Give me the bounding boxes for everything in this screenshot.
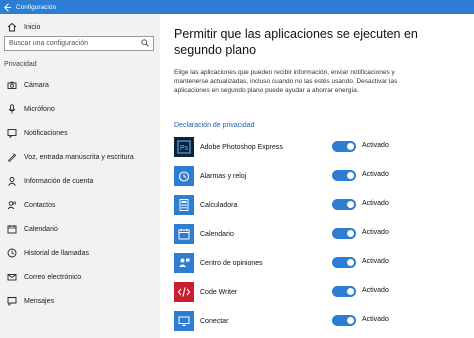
app-name: Adobe Photoshop Express — [200, 143, 283, 151]
messages-icon — [6, 295, 18, 307]
app-row-photoshop: Ps Adobe Photoshop Express Activado — [174, 136, 464, 158]
calendar-app-icon — [174, 224, 194, 244]
toggle-switch[interactable] — [332, 170, 356, 181]
toggle-knob — [347, 317, 354, 324]
toggle-knob — [347, 201, 354, 208]
toggle-state-label: Activado — [362, 316, 389, 323]
feedback-hub-icon — [174, 253, 194, 273]
window-title: Configuración — [16, 3, 57, 11]
sidebar-item-label: Correo electrónico — [24, 273, 82, 281]
app-name: Code Writer — [200, 288, 238, 296]
calendar-icon — [6, 223, 18, 235]
title-bar: Configuración — [0, 0, 474, 14]
sidebar-item-mensajes[interactable]: Mensajes — [6, 294, 54, 308]
sidebar: Inicio Buscar una configuración Privacid… — [0, 14, 160, 338]
alarm-clock-icon — [174, 166, 194, 186]
page-description: Elige las aplicaciones que pueden recibi… — [174, 69, 398, 94]
toggle-switch[interactable] — [332, 257, 356, 268]
toggle-state-label: Activado — [362, 287, 389, 294]
app-row-calculadora: Calculadora Activado — [174, 194, 464, 216]
app-row-code-writer: Code Writer Activado — [174, 281, 464, 303]
toggle-knob — [347, 288, 354, 295]
app-row-calendario: Calendario Activado — [174, 223, 464, 245]
sidebar-home[interactable]: Inicio — [6, 20, 40, 34]
toggle-switch[interactable] — [332, 315, 356, 326]
search-placeholder: Buscar una configuración — [9, 40, 88, 47]
app-row-centro-opiniones: Centro de opiniones Activado — [174, 252, 464, 274]
toggle-switch[interactable] — [332, 286, 356, 297]
toggle-switch[interactable] — [332, 228, 356, 239]
connect-icon — [174, 311, 194, 331]
app-row-conectar: Conectar Activado — [174, 310, 464, 332]
photoshop-icon: Ps — [174, 137, 194, 157]
toggle-state-label: Activado — [362, 258, 389, 265]
toggle-switch[interactable] — [332, 141, 356, 152]
call-history-icon — [6, 247, 18, 259]
svg-text:Ps: Ps — [180, 145, 189, 152]
toggle-knob — [347, 259, 354, 266]
sidebar-item-label: Historial de llamadas — [24, 249, 89, 257]
toggle-state-label: Activado — [362, 171, 389, 178]
camera-icon — [6, 79, 18, 91]
sidebar-item-label: Mensajes — [24, 297, 54, 305]
main-panel: Permitir que las aplicaciones se ejecute… — [160, 14, 474, 338]
search-icon[interactable] — [141, 38, 149, 49]
sidebar-item-label: Contactos — [24, 201, 56, 209]
sidebar-item-camara[interactable]: Cámara — [6, 78, 49, 92]
page-title: Permitir que las aplicaciones se ejecute… — [174, 27, 418, 57]
toggle-state-label: Activado — [362, 142, 389, 149]
sidebar-item-microfono[interactable]: Micrófono — [6, 102, 55, 116]
contacts-icon — [6, 199, 18, 211]
toggle-state-label: Activado — [362, 200, 389, 207]
app-name: Calculadora — [200, 201, 238, 209]
sidebar-item-label: Notificaciones — [24, 129, 68, 137]
sidebar-item-contactos[interactable]: Contactos — [6, 198, 56, 212]
sidebar-item-voz[interactable]: Voz, entrada manuscrita y escritura — [6, 150, 134, 164]
notifications-icon — [6, 127, 18, 139]
sidebar-item-notificaciones[interactable]: Notificaciones — [6, 126, 68, 140]
home-icon — [6, 21, 18, 33]
account-info-icon — [6, 175, 18, 187]
sidebar-item-correo[interactable]: Correo electrónico — [6, 270, 81, 284]
toggle-switch[interactable] — [332, 199, 356, 210]
speech-icon — [6, 151, 18, 163]
microphone-icon — [6, 103, 18, 115]
email-icon — [6, 271, 18, 283]
home-label: Inicio — [24, 23, 41, 31]
app-row-alarmas: Alarmas y reloj Activado — [174, 165, 464, 187]
app-name: Calendario — [200, 230, 234, 238]
sidebar-item-historial-llamadas[interactable]: Historial de llamadas — [6, 246, 89, 260]
code-writer-icon — [174, 282, 194, 302]
toggle-knob — [347, 230, 354, 237]
app-name: Conectar — [200, 317, 229, 325]
search-input[interactable]: Buscar una configuración — [4, 36, 154, 51]
sidebar-item-label: Calendario — [24, 225, 58, 233]
app-name: Alarmas y reloj — [200, 172, 247, 180]
sidebar-item-calendario[interactable]: Calendario — [6, 222, 58, 236]
back-arrow-icon[interactable] — [0, 0, 14, 14]
privacy-statement-link[interactable]: Declaración de privacidad — [174, 122, 255, 129]
toggle-knob — [347, 143, 354, 150]
toggle-knob — [347, 172, 354, 179]
sidebar-item-informacion-cuenta[interactable]: Información de cuenta — [6, 174, 93, 188]
sidebar-item-label: Información de cuenta — [24, 177, 94, 185]
app-name: Centro de opiniones — [200, 259, 263, 267]
toggle-state-label: Activado — [362, 229, 389, 236]
sidebar-item-label: Micrófono — [24, 105, 55, 113]
sidebar-item-label: Cámara — [24, 81, 49, 89]
sidebar-item-label: Voz, entrada manuscrita y escritura — [24, 153, 134, 161]
section-label: Privacidad — [4, 61, 37, 68]
calculator-icon — [174, 195, 194, 215]
